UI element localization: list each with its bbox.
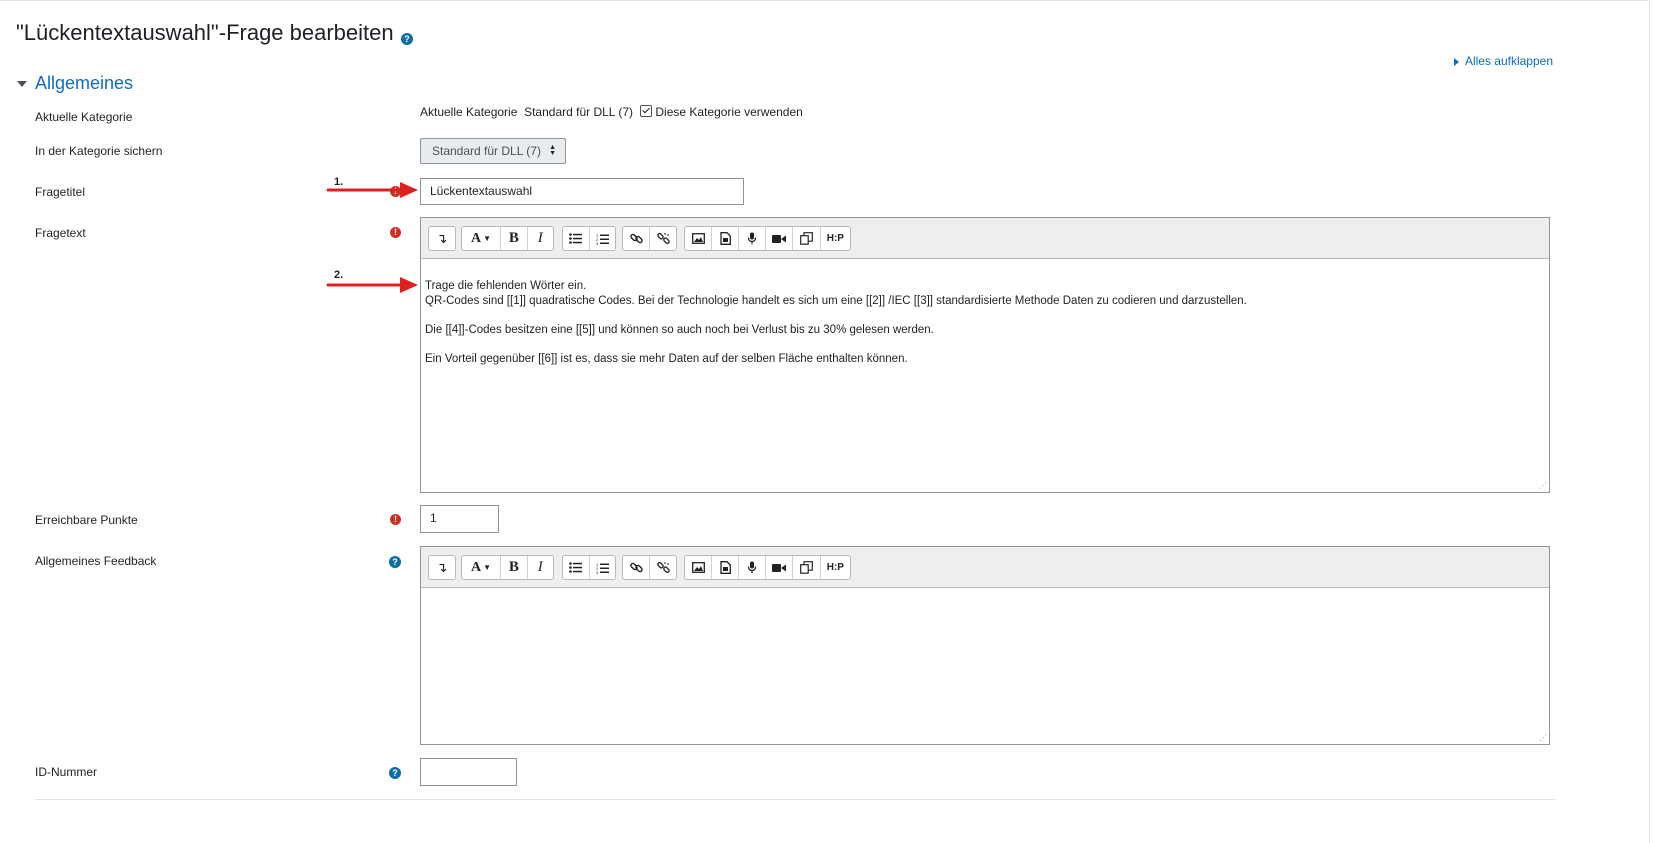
expand-all-label: Alles aufklappen [1464,54,1553,68]
toolbar-group-collapse: ↴ [428,555,456,580]
question-text-line1: Trage die fehlenden Wörter ein. [425,280,587,292]
media-icon[interactable] [712,227,739,250]
annotation-arrow-2-icon [326,277,418,293]
save-in-category-value: Standard für DLL (7) [432,144,541,158]
page-title: "Lückentextauswahl"-Frage bearbeiten [16,20,394,45]
use-category-checkbox[interactable] [640,105,653,117]
bullet-list-icon[interactable] [563,227,590,250]
italic-icon[interactable]: I [528,556,553,579]
resize-handle-icon[interactable]: ⋰ [1539,482,1547,490]
h5p-icon[interactable]: H:P [821,227,850,250]
bold-icon[interactable]: B [501,227,528,250]
points-input[interactable]: 1 [420,505,499,533]
expand-triangle-icon [1453,57,1459,66]
font-icon-glyph: A [471,559,482,575]
question-text-editor[interactable]: ↴ A ▼ B I 123 H:P Trage die fehlenden Wö… [420,217,1550,493]
collapse-icon[interactable]: ↴ [429,227,455,250]
link-icon[interactable] [623,556,651,579]
save-in-category-select[interactable]: Standard für DLL (7) ▲ ▼ [420,138,566,164]
current-category-value: Aktuelle Kategorie Standard für DLL (7) … [420,105,803,119]
font-icon[interactable]: A ▼ [462,556,502,579]
numbered-list-icon[interactable]: 123 [590,556,616,579]
toolbar-group-style: A ▼ B I [461,226,554,251]
section-allgemeines-toggle[interactable]: Allgemeines [17,73,133,94]
microphone-icon[interactable] [739,556,767,579]
video-icon[interactable] [766,556,794,579]
section-divider [35,799,1555,800]
feedback-help-icon[interactable]: ? [389,556,401,568]
select-arrows-icon: ▲ ▼ [549,144,556,157]
h5p-icon[interactable]: H:P [821,556,850,579]
feedback-content[interactable] [421,588,1549,628]
numbered-list-icon[interactable]: 123 [590,227,616,250]
editor-toolbar: ↴ A ▼ B I 123 H:P [421,218,1549,259]
toolbar-group-style: A ▼ B I [461,555,554,580]
section-title: Allgemeines [35,73,134,93]
image-icon[interactable] [685,227,713,250]
annotation-arrow-1-icon [326,182,418,198]
toolbar-group-links [622,226,677,251]
bullet-list-icon[interactable] [563,556,590,579]
id-number-label: ID-Nummer [35,765,97,779]
collapse-icon[interactable]: ↴ [429,556,455,579]
font-icon-glyph: A [471,230,482,246]
copy-icon[interactable] [793,556,821,579]
id-number-help-icon[interactable]: ? [389,767,401,779]
unlink-icon[interactable] [650,227,676,250]
toolbar-group-media: H:P [684,226,851,251]
unlink-icon[interactable] [650,556,676,579]
general-feedback-label: Allgemeines Feedback [35,554,157,568]
points-label: Erreichbare Punkte [35,513,138,527]
video-icon[interactable] [766,227,794,250]
question-text-para3: Ein Vorteil gegenüber [[6]] ist es, dass… [425,353,908,365]
editor-toolbar: ↴ A ▼ B I 123 H:P [421,547,1549,588]
font-icon[interactable]: A ▼ [462,227,502,250]
bold-icon[interactable]: B [501,556,528,579]
toolbar-group-links [622,555,677,580]
required-icon: ! [390,227,401,238]
italic-icon[interactable]: I [528,227,553,250]
resize-handle-icon[interactable]: ⋰ [1539,734,1547,742]
media-icon[interactable] [712,556,739,579]
toolbar-group-collapse: ↴ [428,226,456,251]
current-category-prefix: Aktuelle Kategorie [420,105,518,119]
title-help-icon[interactable]: ? [401,33,413,45]
current-category-label: Aktuelle Kategorie [35,110,133,124]
image-icon[interactable] [685,556,713,579]
copy-icon[interactable] [793,227,821,250]
toolbar-group-media: H:P [684,555,851,580]
question-text-label: Fragetext [35,226,86,240]
link-icon[interactable] [623,227,651,250]
id-number-input[interactable] [420,758,517,786]
current-category-name: Standard für DLL (7) [524,105,634,119]
collapse-caret-icon [17,81,27,88]
save-in-category-label: In der Kategorie sichern [35,144,163,158]
use-category-label: Diese Kategorie verwenden [655,105,803,119]
question-text-content[interactable]: Trage die fehlenden Wörter ein. QR-Codes… [421,259,1549,401]
required-icon: ! [390,514,401,525]
question-title-input[interactable]: Lückentextauswahl [420,178,744,205]
svg-text:3: 3 [596,570,599,574]
toolbar-group-lists: 123 [562,226,616,251]
microphone-icon[interactable] [739,227,767,250]
question-title-label: Fragetitel [35,185,86,199]
question-text-para2: Die [[4]]-Codes besitzen eine [[5]] und … [425,324,934,336]
svg-text:3: 3 [596,241,599,245]
toolbar-group-lists: 123 [562,555,616,580]
question-text-line2: QR-Codes sind [[1]] quadratische Codes. … [425,295,1247,307]
general-feedback-editor[interactable]: ↴ A ▼ B I 123 H:P ⋰ [420,546,1550,745]
expand-all-link[interactable]: Alles aufklappen [1453,54,1553,68]
